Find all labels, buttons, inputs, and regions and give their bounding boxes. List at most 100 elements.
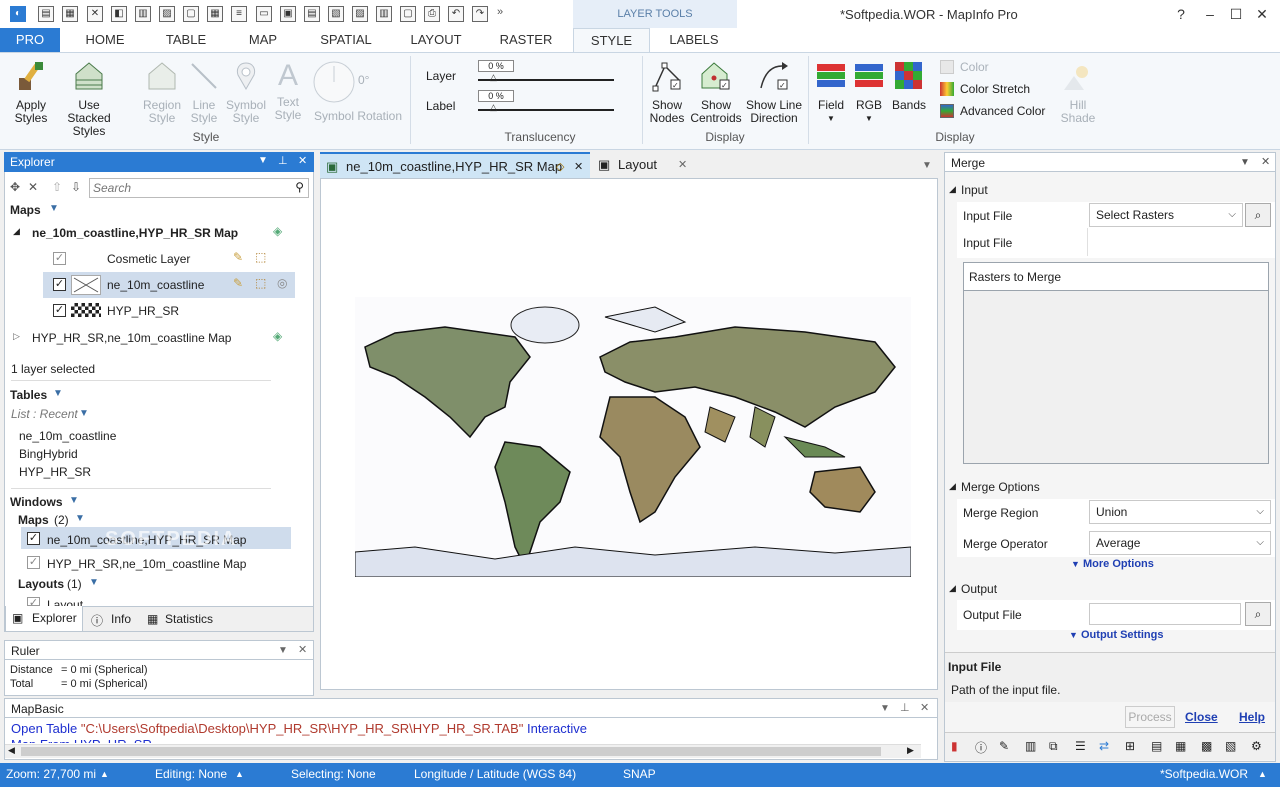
close-tab-icon[interactable]: ✕ xyxy=(574,154,583,180)
status-projection[interactable]: Longitude / Latitude (WGS 84) xyxy=(414,763,576,785)
window-icon[interactable]: ▢ xyxy=(400,6,416,22)
chevron-up-icon[interactable]: ▲ xyxy=(100,763,109,785)
color-stretch-button[interactable]: Color Stretch xyxy=(960,82,1030,96)
coastline-layer-checkbox[interactable]: ✓ xyxy=(53,278,66,291)
pane-menu-icon[interactable]: ▼ xyxy=(1240,157,1250,168)
layout-checkbox[interactable]: ✓ xyxy=(27,597,40,606)
tab-home[interactable]: HOME xyxy=(72,28,138,52)
tab-style[interactable]: STYLE xyxy=(573,28,650,52)
output-section-header[interactable]: Output xyxy=(961,582,997,596)
maps-section-header[interactable]: Maps xyxy=(10,203,41,217)
remove-icon[interactable]: ✕ xyxy=(28,180,38,194)
close-table-icon[interactable]: ✕ xyxy=(87,6,103,22)
window-map-2[interactable]: HYP_HR_SR,ne_10m_coastline Map xyxy=(47,557,246,571)
map-node-2[interactable]: HYP_HR_SR,ne_10m_coastline Map xyxy=(32,331,231,345)
coastline-layer-label[interactable]: ne_10m_coastline xyxy=(107,278,204,292)
collapse-icon[interactable]: ▷ xyxy=(13,331,20,342)
output-settings-link[interactable]: Output Settings xyxy=(1081,629,1164,641)
save-icon[interactable]: ▤ xyxy=(304,6,320,22)
paste-icon[interactable]: ▨ xyxy=(352,6,368,22)
pane-menu-icon[interactable]: ▼ xyxy=(258,155,268,166)
info-tool-icon[interactable]: ⓘ xyxy=(975,739,987,756)
close-icon[interactable]: ✕ xyxy=(1261,155,1270,168)
windows-maps-label[interactable]: Maps xyxy=(18,513,49,527)
tab-spatial[interactable]: SPATIAL xyxy=(306,28,386,52)
selectable-icon[interactable]: ⬚ xyxy=(255,250,266,264)
world-map-raster[interactable] xyxy=(355,297,911,577)
status-editing[interactable]: Editing: None xyxy=(155,763,227,785)
status-selecting[interactable]: Selecting: None xyxy=(291,763,376,785)
pane-menu-icon[interactable]: ▼ xyxy=(278,645,288,656)
hill-shade-button[interactable]: Hill Shade xyxy=(1056,60,1100,125)
chart-tool-icon[interactable]: ▥ xyxy=(1025,739,1036,753)
color-button[interactable]: Color xyxy=(960,60,989,74)
show-nodes-button[interactable]: ✓ Show Nodes xyxy=(646,60,688,125)
windows-layouts-label[interactable]: Layouts xyxy=(18,577,64,591)
chevron-down-icon[interactable]: ▼ xyxy=(89,577,99,588)
status-snap[interactable]: SNAP xyxy=(623,763,656,785)
redo-icon[interactable]: ↷ xyxy=(472,6,488,22)
edit-pencil-icon[interactable]: ✎ xyxy=(233,276,243,290)
process-button[interactable]: Process xyxy=(1125,706,1175,728)
horizontal-scrollbar[interactable]: ◀ ▶ xyxy=(5,744,921,758)
new-map-icon[interactable]: ◧ xyxy=(111,6,127,22)
scroll-left-icon[interactable]: ◀ xyxy=(8,745,15,756)
map-window[interactable] xyxy=(320,178,938,690)
pin-icon[interactable]: ⊥ xyxy=(278,154,288,167)
list-icon[interactable]: ≡ xyxy=(231,6,247,22)
help-icon[interactable]: ? xyxy=(1171,5,1191,23)
show-centroids-button[interactable]: ✓ Show Centroids xyxy=(688,60,744,125)
qat-overflow-icon[interactable]: » xyxy=(497,6,503,18)
chevron-down-icon[interactable]: ▼ xyxy=(49,203,59,214)
ruler-icon[interactable]: ▭ xyxy=(256,6,272,22)
columns-icon[interactable]: ▥ xyxy=(376,6,392,22)
window-map1-checkbox[interactable]: ✓ xyxy=(27,532,40,545)
output-file-input[interactable] xyxy=(1089,603,1241,625)
merge-options-header[interactable]: Merge Options xyxy=(961,480,1040,494)
browse-folder-icon[interactable]: ⌕ xyxy=(1245,203,1271,227)
add-icon[interactable]: ✥ xyxy=(10,180,20,194)
image-tool-icon[interactable]: ▩ xyxy=(1201,739,1212,753)
tab-labels[interactable]: LABELS xyxy=(658,28,730,52)
table-item[interactable]: BingHybrid xyxy=(19,447,78,461)
help-link[interactable]: Help xyxy=(1239,710,1265,724)
merge-operator-dropdown[interactable]: Average ⌵ xyxy=(1089,531,1271,555)
table-tool-icon[interactable]: ▤ xyxy=(1151,739,1162,753)
symbol-rotation-control[interactable]: 0° Symbol Rotation xyxy=(310,60,406,123)
edit-tool-icon[interactable]: ✎ xyxy=(999,739,1009,753)
rgb-button[interactable]: RGB ▼ xyxy=(850,60,888,125)
table-item[interactable]: HYP_HR_SR xyxy=(19,465,91,479)
open-icon[interactable]: ▦ xyxy=(62,6,78,22)
layer-translucency-slider[interactable] xyxy=(478,79,614,81)
hyp-layer-checkbox[interactable]: ✓ xyxy=(53,304,66,317)
chevron-down-icon[interactable]: ▼ xyxy=(53,388,63,399)
close-icon[interactable]: ✕ xyxy=(298,154,307,167)
chevron-down-icon[interactable]: ▼ xyxy=(69,495,79,506)
scroll-right-icon[interactable]: ▶ xyxy=(907,745,914,756)
close-tab-icon[interactable]: ✕ xyxy=(678,152,687,178)
tables-section-header[interactable]: Tables xyxy=(10,388,47,402)
raster-tool-icon[interactable]: ▮ xyxy=(951,739,958,753)
text-style-button[interactable]: A Text Style xyxy=(270,60,306,122)
search-icon[interactable]: ⚲ xyxy=(295,180,304,194)
rasters-to-merge-list[interactable]: Rasters to Merge xyxy=(963,262,1269,464)
tab-layout[interactable]: LAYOUT xyxy=(398,28,474,52)
tab-map-document[interactable]: ▣ ne_10m_coastline,HYP_HR_SR Map ◇ ✕ xyxy=(320,152,590,178)
undo-icon[interactable]: ↶ xyxy=(448,6,464,22)
browse-folder-icon[interactable]: ⌕ xyxy=(1245,602,1271,626)
slider-thumb-icon[interactable]: △ xyxy=(490,102,497,113)
mapbasic-console[interactable]: Open Table "C:\Users\Softpedia\Desktop\H… xyxy=(4,718,938,760)
tab-statistics[interactable]: ▦ Statistics xyxy=(145,607,225,631)
show-line-direction-button[interactable]: ✓ Show Line Direction xyxy=(744,60,804,125)
select-rasters-dropdown[interactable]: Select Rasters ⌵ xyxy=(1089,203,1243,227)
collapse-section-icon[interactable]: ◢ xyxy=(949,583,956,594)
pane-menu-icon[interactable]: ▼ xyxy=(880,703,890,714)
map-layers-icon[interactable]: ◈ xyxy=(273,329,282,343)
merge-region-dropdown[interactable]: Union ⌵ xyxy=(1089,500,1271,524)
advanced-color-button[interactable]: Advanced Color xyxy=(960,104,1045,118)
chevron-down-icon[interactable]: ▼ xyxy=(75,513,85,524)
tab-raster[interactable]: RASTER xyxy=(486,28,566,52)
line-style-button[interactable]: Line Style xyxy=(186,60,222,125)
bands-button[interactable]: Bands xyxy=(890,60,928,112)
chevron-down-icon[interactable]: ▼ xyxy=(79,408,89,419)
